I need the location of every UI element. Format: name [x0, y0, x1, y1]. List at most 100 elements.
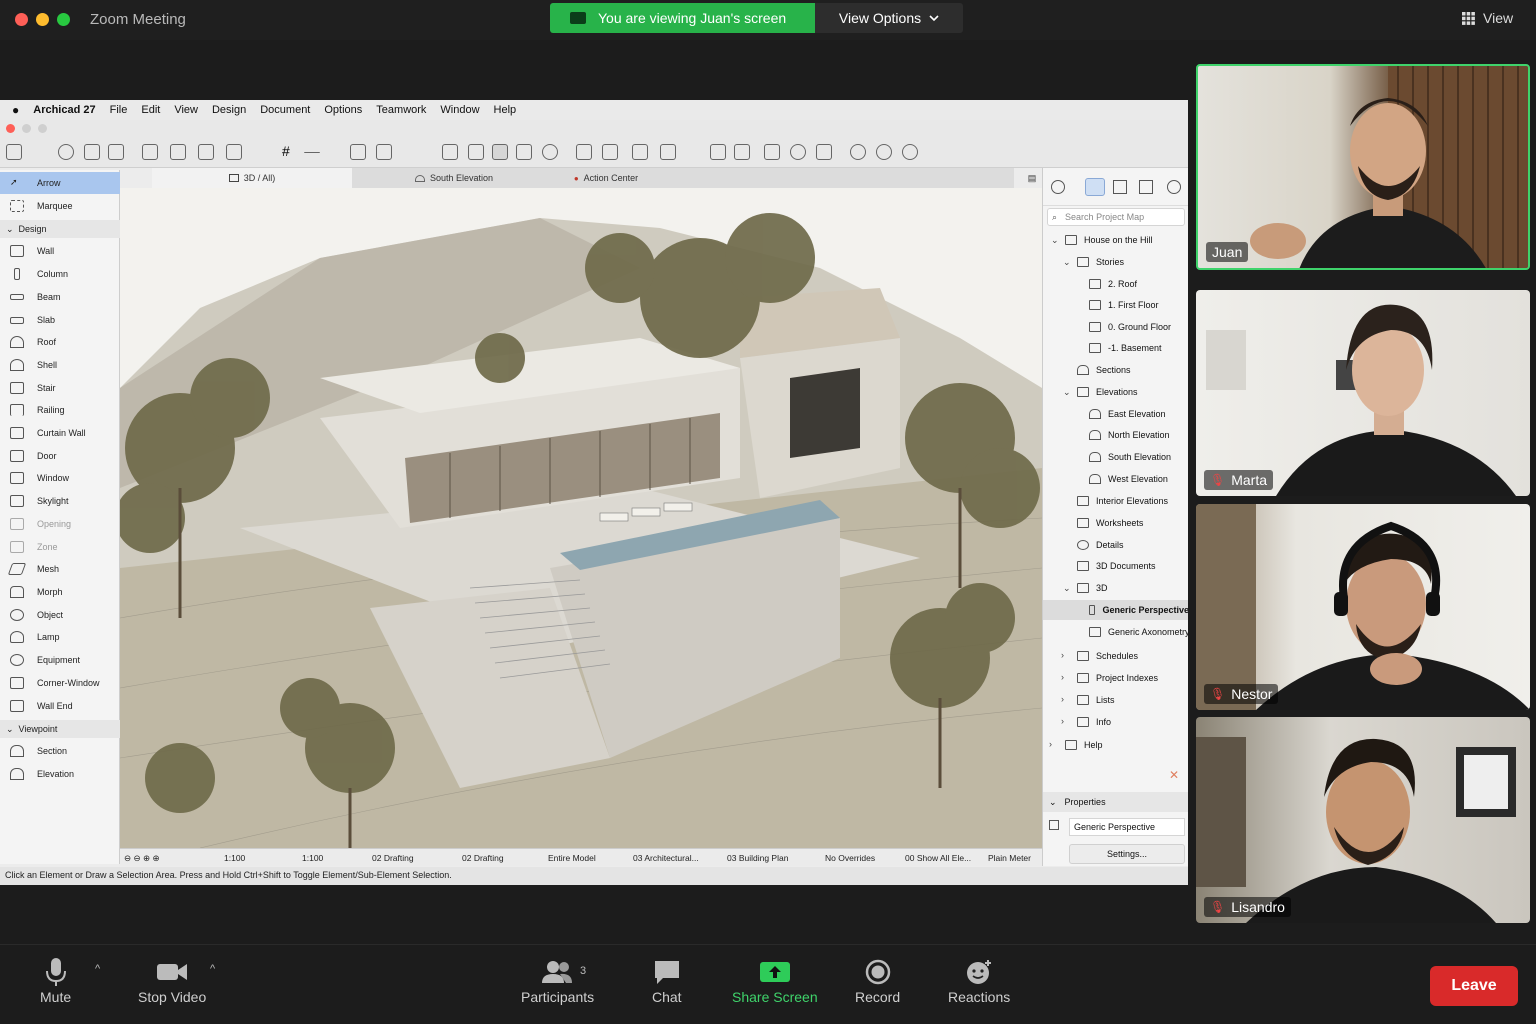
tool-marquee[interactable]: Marquee	[0, 195, 120, 217]
pointer-icon[interactable]	[142, 144, 158, 160]
tab-south-elevation[interactable]: South Elevation	[354, 168, 554, 188]
nav-3d[interactable]: 3D	[1077, 578, 1108, 598]
cloud-icon[interactable]	[902, 144, 918, 160]
tool-morph[interactable]: Morph	[0, 581, 120, 603]
tool-wall-end[interactable]: Wall End	[0, 695, 120, 717]
tool-beam[interactable]: Beam	[0, 286, 120, 308]
chevron-down-icon[interactable]: ⌄	[1063, 387, 1071, 398]
tool-lamp[interactable]: Lamp	[0, 626, 120, 648]
tool-window[interactable]: Window	[0, 467, 120, 489]
tab-3d[interactable]: 3D / All)	[152, 168, 352, 188]
tool-wall[interactable]: Wall	[0, 240, 120, 262]
properties-name-field[interactable]: Generic Perspective	[1069, 818, 1185, 836]
nav-interior-elevations[interactable]: Interior Elevations	[1077, 491, 1168, 511]
layer-combo-2[interactable]: 02 Drafting	[462, 853, 504, 863]
tab-menu-button[interactable]: ▤	[1022, 168, 1042, 188]
properties-header[interactable]: ⌄ Properties	[1043, 792, 1188, 812]
share-screen-button[interactable]: Share Screen	[732, 955, 818, 1005]
graphic-overrides[interactable]: No Overrides	[825, 853, 875, 863]
grid-snap-icon[interactable]: #	[282, 144, 298, 160]
record-button[interactable]: Record	[855, 955, 900, 1005]
nav-schedules[interactable]: Schedules	[1077, 646, 1138, 666]
video-tile-juan[interactable]: Juan	[1196, 64, 1530, 270]
nav-help[interactable]: Help	[1065, 735, 1103, 755]
nav-3d-documents[interactable]: 3D Documents	[1077, 556, 1156, 576]
chevron-down-icon[interactable]: ⌄	[1063, 583, 1071, 594]
3d-viewport[interactable]	[120, 188, 1042, 848]
measure-icon[interactable]	[304, 152, 320, 154]
elevation-tool-icon[interactable]	[660, 144, 676, 160]
project-map-tab[interactable]	[1085, 178, 1105, 196]
nav-details[interactable]: Details	[1077, 535, 1124, 555]
menu-document[interactable]: Document	[260, 104, 310, 116]
menu-app[interactable]: Archicad 27	[33, 104, 95, 116]
tool-shell[interactable]: Shell	[0, 354, 120, 376]
pen-set[interactable]: 03 Architectural...	[633, 853, 699, 863]
menu-design[interactable]: Design	[212, 104, 246, 116]
view-options-button[interactable]: View Options	[815, 3, 963, 33]
chevron-right-icon[interactable]: ›	[1049, 739, 1052, 749]
chevron-right-icon[interactable]: ›	[1061, 650, 1064, 660]
nav-story-basement[interactable]: -1. Basement	[1089, 338, 1162, 358]
orbit-nav-icon[interactable]: ⊖ ⊖ ⊕ ⊕	[124, 853, 160, 864]
zoom-window-button[interactable]	[57, 13, 70, 26]
tool-stair[interactable]: Stair	[0, 377, 120, 399]
render-icon[interactable]	[516, 144, 532, 160]
nav-worksheets[interactable]: Worksheets	[1077, 513, 1143, 533]
globe-icon[interactable]	[542, 144, 558, 160]
publisher-tab[interactable]	[1167, 180, 1181, 194]
settings-button[interactable]: Settings...	[1069, 844, 1185, 864]
tool-opening[interactable]: Opening	[0, 513, 120, 535]
plan-icon[interactable]	[492, 144, 508, 160]
search-project-map[interactable]: ⌕ Search Project Map	[1047, 208, 1185, 226]
participants-button[interactable]: Participants	[521, 955, 594, 1005]
explode-icon[interactable]	[734, 144, 750, 160]
nav-north-elevation[interactable]: North Elevation	[1089, 425, 1170, 445]
teamwork-icon[interactable]	[790, 144, 806, 160]
nav-sections[interactable]: Sections	[1077, 360, 1131, 380]
video-tile-nestor[interactable]: 🎙︎ Nestor	[1196, 504, 1530, 710]
close-window-button[interactable]	[15, 13, 28, 26]
nav-project-indexes[interactable]: Project Indexes	[1077, 668, 1158, 688]
nav-lists[interactable]: Lists	[1077, 690, 1115, 710]
mute-button[interactable]: Mute	[40, 955, 71, 1005]
menu-help[interactable]: Help	[494, 104, 517, 116]
lock-icon[interactable]	[576, 144, 592, 160]
find-icon[interactable]	[58, 144, 74, 160]
nav-project[interactable]: House on the Hill	[1065, 230, 1153, 250]
pointer3-icon[interactable]	[198, 144, 214, 160]
nav-west-elevation[interactable]: West Elevation	[1089, 469, 1168, 489]
menu-file[interactable]: File	[110, 104, 128, 116]
bim-icon[interactable]	[816, 144, 832, 160]
stop-video-button[interactable]: Stop Video	[138, 955, 206, 1005]
tool-curtain-wall[interactable]: Curtain Wall	[0, 422, 120, 444]
nav-story-roof[interactable]: 2. Roof	[1089, 274, 1137, 294]
menu-edit[interactable]: Edit	[141, 104, 160, 116]
tool-mesh[interactable]: Mesh	[0, 558, 120, 580]
menu-teamwork[interactable]: Teamwork	[376, 104, 426, 116]
section-viewpoint-header[interactable]: ⌄ Viewpoint	[0, 720, 120, 738]
tab-action-center[interactable]: ● Action Center	[556, 168, 656, 188]
ac-minimize-button[interactable]	[22, 124, 31, 133]
tool-column[interactable]: Column	[0, 263, 120, 285]
menu-window[interactable]: Window	[440, 104, 479, 116]
nav-info[interactable]: Info	[1077, 712, 1111, 732]
orbit-icon[interactable]	[850, 144, 866, 160]
scale-dropdown[interactable]: 1:100	[224, 853, 245, 863]
tool-section[interactable]: Section	[0, 740, 120, 762]
tool-skylight[interactable]: Skylight	[0, 490, 120, 512]
nav-south-elevation[interactable]: South Elevation	[1089, 447, 1171, 467]
layer-combo-1[interactable]: 02 Drafting	[372, 853, 414, 863]
chevron-right-icon[interactable]: ›	[1061, 716, 1064, 726]
crop-icon[interactable]	[632, 144, 648, 160]
minimize-window-button[interactable]	[36, 13, 49, 26]
tool-arrow[interactable]: ➚ Arrow	[0, 172, 120, 194]
video-tile-lisandro[interactable]: 🎙︎ Lisandro	[1196, 717, 1530, 923]
menu-view[interactable]: View	[174, 104, 198, 116]
tool-slab[interactable]: Slab	[0, 309, 120, 331]
tool-equipment[interactable]: Equipment	[0, 649, 120, 671]
dimension-standard[interactable]: Plain Meter	[988, 853, 1031, 863]
close-icon[interactable]: ✕	[1169, 768, 1179, 782]
eyedropper-icon[interactable]	[84, 144, 100, 160]
document-icon[interactable]	[442, 144, 458, 160]
